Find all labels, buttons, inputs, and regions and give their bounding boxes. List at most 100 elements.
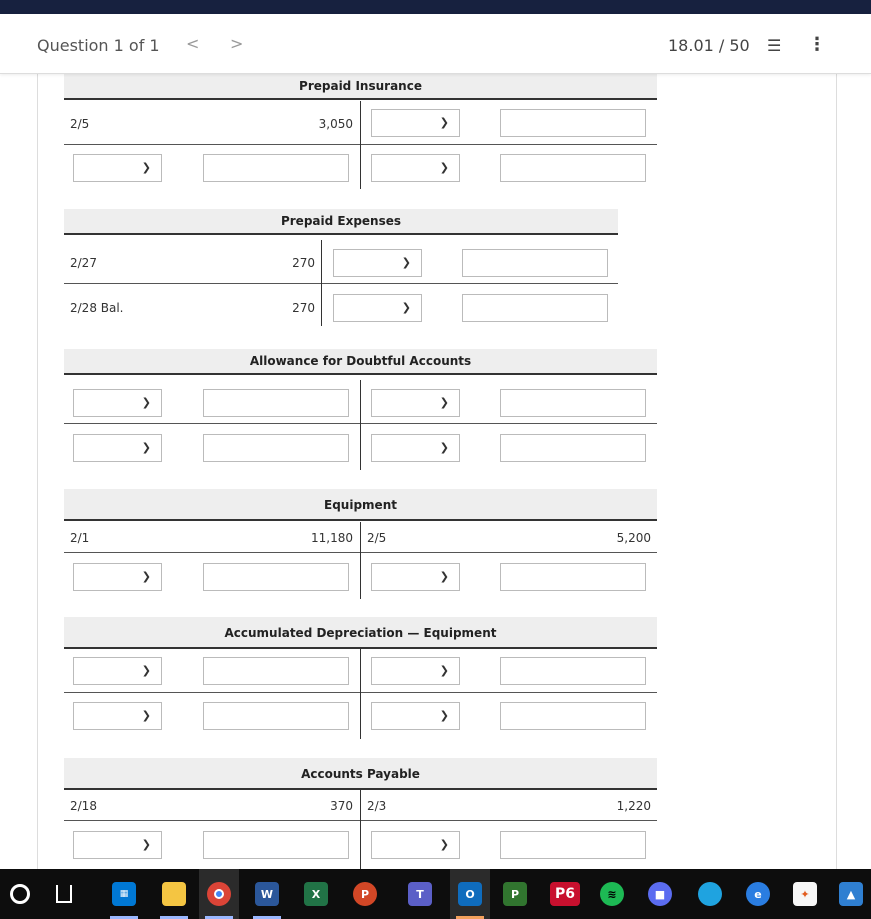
start-icon[interactable] xyxy=(0,869,40,919)
t-account-prepaid-expenses: Prepaid Expenses 2/27 270 ❯ 2/28 Bal. 27… xyxy=(64,209,618,326)
left-value-input[interactable] xyxy=(203,154,349,182)
spotify-icon[interactable]: ≋ xyxy=(592,869,632,919)
right-label-select[interactable]: ❯ xyxy=(371,702,460,730)
task-view-icon[interactable] xyxy=(44,869,84,919)
right-value-input[interactable] xyxy=(500,389,646,417)
calendar-icon[interactable]: ▦ xyxy=(104,869,144,919)
left-value-input[interactable] xyxy=(203,434,349,462)
camera-icon[interactable]: ■ xyxy=(640,869,680,919)
left-label-select[interactable]: ❯ xyxy=(73,563,162,591)
chevron-down-icon: ❯ xyxy=(439,116,449,129)
left-value: 11,180 xyxy=(311,531,353,545)
chevron-down-icon: ❯ xyxy=(439,709,449,722)
right-value-input[interactable] xyxy=(500,154,646,182)
t-account-prepaid-insurance: Prepaid Insurance 2/5 3,050 ❯ ❯ ❯ xyxy=(64,74,657,189)
t-account-divider xyxy=(360,380,361,470)
left-label: 2/1 xyxy=(70,531,90,545)
chevron-down-icon: ❯ xyxy=(141,161,151,174)
right-value-input[interactable] xyxy=(462,294,608,322)
chevron-down-icon: ❯ xyxy=(439,441,449,454)
t-account-allowance-doubtful: Allowance for Doubtful Accounts ❯ ❯ ❯ ❯ xyxy=(64,349,657,470)
right-label-select[interactable]: ❯ xyxy=(371,109,460,137)
right-label-select[interactable]: ❯ xyxy=(333,294,422,322)
right-value: 5,200 xyxy=(616,531,651,545)
right-label-select[interactable]: ❯ xyxy=(371,434,460,462)
powerpoint-icon[interactable]: P xyxy=(345,869,385,919)
file-explorer-icon[interactable] xyxy=(154,869,194,919)
left-value: 270 xyxy=(292,256,315,270)
right-value-input[interactable] xyxy=(500,563,646,591)
more-icon[interactable]: ⋮ xyxy=(808,34,826,55)
left-value-input[interactable] xyxy=(203,657,349,685)
t-accounts-area: Prepaid Insurance 2/5 3,050 ❯ ❯ ❯ Prepai… xyxy=(37,74,837,869)
chevron-down-icon: ❯ xyxy=(439,396,449,409)
table-row: 2/27 270 ❯ xyxy=(64,240,618,284)
t-account-accounts-payable: Accounts Payable 2/18 370 2/3 1,220 ❯ ❯ xyxy=(64,758,657,869)
chevron-down-icon: ❯ xyxy=(141,709,151,722)
right-label-select[interactable]: ❯ xyxy=(333,249,422,277)
account-title: Prepaid Insurance xyxy=(64,74,657,100)
chevron-down-icon: ❯ xyxy=(141,570,151,583)
chevron-down-icon: ❯ xyxy=(439,664,449,677)
outlook-icon[interactable]: O xyxy=(450,869,490,919)
left-label-select[interactable]: ❯ xyxy=(73,831,162,859)
left-value-input[interactable] xyxy=(203,702,349,730)
chevron-down-icon: ❯ xyxy=(141,396,151,409)
left-value: 3,050 xyxy=(318,117,353,131)
t-account-divider xyxy=(360,101,361,189)
left-label-select[interactable]: ❯ xyxy=(73,657,162,685)
fox-icon[interactable]: ✦ xyxy=(785,869,825,919)
teams-icon[interactable]: T xyxy=(400,869,440,919)
chrome-icon[interactable] xyxy=(199,869,239,919)
windows-taskbar: ▦ W X P T O P P6 ≋ ■ e ✦ ▲ xyxy=(0,869,871,919)
right-label-select[interactable]: ❯ xyxy=(371,831,460,859)
top-bar xyxy=(0,0,871,14)
right-value-input[interactable] xyxy=(500,657,646,685)
right-label: 2/5 xyxy=(367,531,387,545)
right-value-input[interactable] xyxy=(500,109,646,137)
right-value-input[interactable] xyxy=(500,831,646,859)
chevron-down-icon: ❯ xyxy=(439,570,449,583)
left-value-input[interactable] xyxy=(203,389,349,417)
right-label-select[interactable]: ❯ xyxy=(371,563,460,591)
left-label-select[interactable]: ❯ xyxy=(73,702,162,730)
left-value-input[interactable] xyxy=(203,563,349,591)
chevron-down-icon: ❯ xyxy=(439,161,449,174)
left-value-input[interactable] xyxy=(203,831,349,859)
account-title: Equipment xyxy=(64,489,657,521)
left-label: 2/5 xyxy=(70,117,90,131)
right-label-select[interactable]: ❯ xyxy=(371,657,460,685)
t-account-equipment: Equipment 2/1 11,180 2/5 5,200 ❯ ❯ xyxy=(64,489,657,599)
project-icon[interactable]: P xyxy=(495,869,535,919)
right-label-select[interactable]: ❯ xyxy=(371,154,460,182)
word-icon[interactable]: W xyxy=(247,869,287,919)
chevron-down-icon: ❯ xyxy=(141,838,151,851)
chevron-down-icon: ❯ xyxy=(439,838,449,851)
account-title: Allowance for Doubtful Accounts xyxy=(64,349,657,375)
p6-icon[interactable]: P6 xyxy=(545,869,585,919)
list-icon[interactable]: ☰ xyxy=(767,36,781,55)
excel-icon[interactable]: X xyxy=(296,869,336,919)
left-value: 270 xyxy=(292,301,315,315)
left-value: 370 xyxy=(330,799,353,813)
score-label: 18.01 / 50 xyxy=(668,36,750,55)
chevron-down-icon: ❯ xyxy=(141,664,151,677)
edge-icon[interactable] xyxy=(690,869,730,919)
right-value-input[interactable] xyxy=(500,434,646,462)
photos-icon[interactable]: ▲ xyxy=(831,869,871,919)
account-title: Prepaid Expenses xyxy=(64,209,618,235)
left-label-select[interactable]: ❯ xyxy=(73,389,162,417)
t-account-divider xyxy=(360,522,361,599)
edge-beta-icon[interactable]: e xyxy=(738,869,778,919)
chevron-down-icon: ❯ xyxy=(401,301,411,314)
right-label-select[interactable]: ❯ xyxy=(371,389,460,417)
previous-question-button[interactable]: < xyxy=(186,34,199,53)
left-label-select[interactable]: ❯ xyxy=(73,434,162,462)
question-header: Question 1 of 1 < > 18.01 / 50 ☰ ⋮ xyxy=(0,14,871,74)
left-label-select[interactable]: ❯ xyxy=(73,154,162,182)
right-value-input[interactable] xyxy=(500,702,646,730)
right-label: 2/3 xyxy=(367,799,387,813)
right-value-input[interactable] xyxy=(462,249,608,277)
next-question-button[interactable]: > xyxy=(230,34,243,53)
chevron-down-icon: ❯ xyxy=(401,256,411,269)
